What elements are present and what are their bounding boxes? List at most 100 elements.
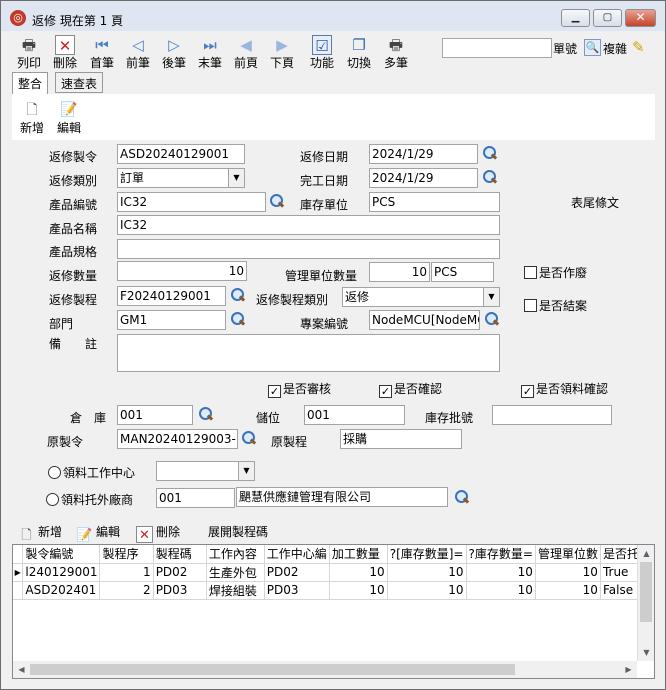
horizontal-scroll-thumb[interactable] <box>30 664 515 675</box>
grid-new-button[interactable]: 🗋 新增 <box>18 523 62 544</box>
stock-unit-field[interactable]: PCS <box>369 192 500 212</box>
location-field[interactable]: 001 <box>304 405 405 425</box>
table-row[interactable]: ASD202401 2 PD03 焊接組裝 PD03 10 10 10 10 F… <box>13 581 655 600</box>
table-cell[interactable]: l240129001 <box>22 563 101 582</box>
chevron-down-icon[interactable]: ▼ <box>483 288 499 306</box>
project-search-icon[interactable] <box>483 311 500 328</box>
table-cell[interactable]: PD03 <box>264 581 330 600</box>
vendor-code-field[interactable]: 001 <box>156 488 235 508</box>
vendor-radio[interactable]: 領料托外廠商 <box>46 491 133 508</box>
toolbar-first-button[interactable]: ⏮ 首筆 <box>87 35 117 71</box>
horizontal-scrollbar[interactable]: ◀ ▶ <box>13 661 637 678</box>
footer-text-label[interactable]: 表尾條文 <box>571 194 619 211</box>
column-header[interactable]: 製令編號 <box>22 545 101 564</box>
table-cell[interactable]: 10 <box>535 563 601 582</box>
grid-delete-button[interactable]: ✕ 刪除 <box>136 523 180 543</box>
reviewed-checkbox[interactable]: ✓ 是否審核 <box>268 380 331 398</box>
vertical-scroll-thumb[interactable] <box>640 562 652 622</box>
warehouse-search-icon[interactable] <box>197 406 214 423</box>
process-type-select[interactable]: 返修 ▼ <box>342 287 500 307</box>
work-center-radio[interactable]: 領料工作中心 <box>48 464 135 481</box>
lot-field[interactable] <box>492 405 612 425</box>
vendor-search-icon[interactable] <box>453 489 470 506</box>
scroll-down-icon[interactable]: ▼ <box>638 644 655 661</box>
remark-field[interactable] <box>117 334 500 372</box>
obsolete-checkbox[interactable]: 是否作廢 <box>524 264 587 281</box>
toolbar-multi-button[interactable]: 🖶 多筆 <box>381 35 411 71</box>
vendor-name-field[interactable]: 颶慧供應鏈管理有限公司 <box>236 487 448 507</box>
product-no-field[interactable]: IC32 <box>117 192 266 212</box>
done-date-field[interactable]: 2024/1/29 <box>369 168 478 188</box>
table-cell[interactable]: 1 <box>99 563 154 582</box>
column-header[interactable]: 製程碼 <box>153 545 207 564</box>
toolbar-next-page-button[interactable]: ▶ 下頁 <box>267 35 297 71</box>
table-cell[interactable]: 10 <box>329 563 388 582</box>
closed-checkbox[interactable]: 是否結案 <box>524 297 587 314</box>
column-header[interactable]: 工作中心編 <box>264 545 330 564</box>
minimize-button[interactable]: ▁ <box>561 9 590 27</box>
process-field[interactable]: F20240129001 <box>117 286 226 306</box>
mgmt-unit-field[interactable]: PCS <box>431 262 494 282</box>
toolbar-switch-button[interactable]: ❐ 切換 <box>344 35 374 71</box>
orig-process-field[interactable]: 採購 <box>340 429 462 449</box>
toolbar-last-button[interactable]: ⏭ 末筆 <box>195 35 225 71</box>
column-header[interactable]: 製程序 <box>99 545 154 564</box>
order-no-field[interactable]: ASD20240129001 <box>117 144 245 164</box>
column-header[interactable]: 加工數量 <box>329 545 388 564</box>
search-input[interactable] <box>442 38 552 58</box>
dept-search-icon[interactable] <box>229 311 246 328</box>
confirmed-checkbox[interactable]: ✓ 是否確認 <box>379 380 442 398</box>
column-header[interactable]: 工作內容 <box>206 545 265 564</box>
scroll-up-icon[interactable]: ▲ <box>638 545 655 562</box>
product-name-field[interactable]: IC32 <box>117 215 500 235</box>
toolbar-prev-button[interactable]: ◁ 前筆 <box>123 35 153 71</box>
table-row[interactable]: ▶ l240129001 1 PD02 生產外包 PD02 10 10 10 1… <box>13 563 655 582</box>
column-header[interactable]: ?庫存數量= <box>466 545 536 564</box>
copy-icon[interactable]: ✎ <box>632 38 652 58</box>
vertical-scrollbar[interactable]: ▲ ▼ <box>637 545 654 661</box>
toolbar-delete-button[interactable]: ✕ 刪除 <box>50 35 80 71</box>
product-spec-field[interactable] <box>117 239 500 259</box>
scroll-left-icon[interactable]: ◀ <box>13 661 30 678</box>
table-cell[interactable]: 10 <box>535 581 601 600</box>
tab-integrated[interactable]: 整合 <box>12 72 49 94</box>
title-bar[interactable]: ◎ 返修 現在第 1 頁 ▁ ▢ ✕ <box>1 1 665 31</box>
warehouse-field[interactable]: 001 <box>117 405 193 425</box>
process-search-icon[interactable] <box>229 287 246 304</box>
orig-order-field[interactable]: MAN20240129003-1 <box>117 429 238 449</box>
orig-order-search-icon[interactable] <box>240 430 257 447</box>
type-select[interactable]: 訂單 ▼ <box>117 168 245 188</box>
table-cell[interactable]: 10 <box>329 581 388 600</box>
scroll-right-icon[interactable]: ▶ <box>620 661 637 678</box>
tab-quick-lookup[interactable]: 速查表 <box>55 72 104 93</box>
rework-date-field[interactable]: 2024/1/29 <box>369 144 478 164</box>
toolbar-print-button[interactable]: 🖶 列印 <box>14 35 44 71</box>
rework-date-search-icon[interactable] <box>481 145 498 162</box>
product-no-search-icon[interactable] <box>268 193 285 210</box>
grid-edit-button[interactable]: 📝 編輯 <box>76 523 120 544</box>
table-cell[interactable]: 10 <box>466 581 536 600</box>
close-button[interactable]: ✕ <box>625 9 656 27</box>
toolbar-prev-page-button[interactable]: ◀ 前頁 <box>231 35 261 71</box>
mgmt-qty-field[interactable]: 10 <box>369 262 430 282</box>
chevron-down-icon[interactable]: ▼ <box>228 169 244 187</box>
project-field[interactable]: NodeMCU[NodeMCU開 <box>369 310 480 330</box>
table-cell[interactable]: PD03 <box>153 581 207 600</box>
table-cell[interactable]: 焊接組裝 <box>206 581 265 600</box>
toolbar-next-button[interactable]: ▷ 後筆 <box>159 35 189 71</box>
column-header[interactable]: 管理單位數 <box>535 545 601 564</box>
table-cell[interactable]: 10 <box>387 581 467 600</box>
chevron-down-icon[interactable]: ▼ <box>238 462 254 480</box>
table-cell[interactable]: 2 <box>99 581 154 600</box>
column-header[interactable]: ?[庫存數量]= <box>387 545 467 564</box>
table-cell[interactable]: ASD202401 <box>22 581 101 600</box>
maximize-button[interactable]: ▢ <box>593 9 622 27</box>
material-confirmed-checkbox[interactable]: ✓ 是否領料確認 <box>521 380 608 398</box>
table-cell[interactable]: PD02 <box>153 563 207 582</box>
work-center-select[interactable]: ▼ <box>156 461 255 481</box>
done-date-search-icon[interactable] <box>481 169 498 186</box>
qty-field[interactable]: 10 <box>117 261 247 281</box>
dept-field[interactable]: GM1 <box>117 310 226 330</box>
search-icon[interactable]: 🔍 <box>584 39 601 56</box>
new-button[interactable]: 🗋 新增 <box>20 101 44 136</box>
